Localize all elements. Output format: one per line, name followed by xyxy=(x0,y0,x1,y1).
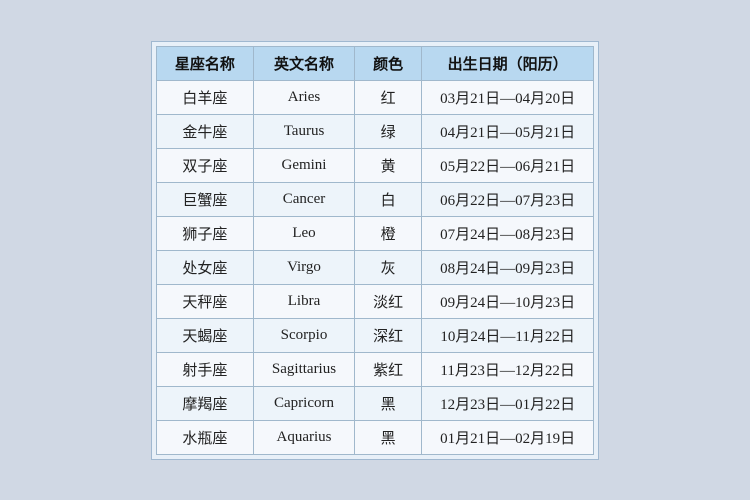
table-row: 白羊座Aries红03月21日—04月20日 xyxy=(156,80,593,114)
table-header-row: 星座名称 英文名称 颜色 出生日期（阳历） xyxy=(156,46,593,80)
cell-color: 橙 xyxy=(355,216,422,250)
cell-english: Taurus xyxy=(253,114,354,148)
col-header-english: 英文名称 xyxy=(253,46,354,80)
cell-english: Leo xyxy=(253,216,354,250)
cell-color: 紫红 xyxy=(355,352,422,386)
cell-chinese: 双子座 xyxy=(156,148,253,182)
cell-english: Capricorn xyxy=(253,386,354,420)
cell-english: Sagittarius xyxy=(253,352,354,386)
col-header-color: 颜色 xyxy=(355,46,422,80)
table-row: 射手座Sagittarius紫红11月23日—12月22日 xyxy=(156,352,593,386)
cell-dates: 07月24日—08月23日 xyxy=(422,216,594,250)
cell-chinese: 天秤座 xyxy=(156,284,253,318)
cell-english: Virgo xyxy=(253,250,354,284)
table-body: 白羊座Aries红03月21日—04月20日金牛座Taurus绿04月21日—0… xyxy=(156,80,593,454)
cell-english: Aries xyxy=(253,80,354,114)
cell-dates: 06月22日—07月23日 xyxy=(422,182,594,216)
cell-color: 灰 xyxy=(355,250,422,284)
cell-color: 绿 xyxy=(355,114,422,148)
zodiac-table-container: 星座名称 英文名称 颜色 出生日期（阳历） 白羊座Aries红03月21日—04… xyxy=(151,41,599,460)
cell-dates: 03月21日—04月20日 xyxy=(422,80,594,114)
cell-chinese: 水瓶座 xyxy=(156,420,253,454)
cell-dates: 12月23日—01月22日 xyxy=(422,386,594,420)
cell-color: 淡红 xyxy=(355,284,422,318)
cell-chinese: 射手座 xyxy=(156,352,253,386)
cell-dates: 09月24日—10月23日 xyxy=(422,284,594,318)
cell-dates: 04月21日—05月21日 xyxy=(422,114,594,148)
cell-color: 黑 xyxy=(355,386,422,420)
col-header-dates: 出生日期（阳历） xyxy=(422,46,594,80)
cell-dates: 05月22日—06月21日 xyxy=(422,148,594,182)
cell-english: Scorpio xyxy=(253,318,354,352)
cell-chinese: 金牛座 xyxy=(156,114,253,148)
table-row: 巨蟹座Cancer白06月22日—07月23日 xyxy=(156,182,593,216)
cell-english: Libra xyxy=(253,284,354,318)
table-row: 摩羯座Capricorn黑12月23日—01月22日 xyxy=(156,386,593,420)
cell-color: 深红 xyxy=(355,318,422,352)
table-row: 水瓶座Aquarius黑01月21日—02月19日 xyxy=(156,420,593,454)
cell-english: Aquarius xyxy=(253,420,354,454)
cell-english: Cancer xyxy=(253,182,354,216)
cell-english: Gemini xyxy=(253,148,354,182)
table-row: 天蝎座Scorpio深红10月24日—11月22日 xyxy=(156,318,593,352)
table-row: 天秤座Libra淡红09月24日—10月23日 xyxy=(156,284,593,318)
cell-chinese: 摩羯座 xyxy=(156,386,253,420)
col-header-chinese: 星座名称 xyxy=(156,46,253,80)
cell-dates: 01月21日—02月19日 xyxy=(422,420,594,454)
cell-color: 黄 xyxy=(355,148,422,182)
cell-dates: 11月23日—12月22日 xyxy=(422,352,594,386)
table-row: 狮子座Leo橙07月24日—08月23日 xyxy=(156,216,593,250)
cell-chinese: 巨蟹座 xyxy=(156,182,253,216)
table-row: 金牛座Taurus绿04月21日—05月21日 xyxy=(156,114,593,148)
cell-chinese: 狮子座 xyxy=(156,216,253,250)
table-row: 处女座Virgo灰08月24日—09月23日 xyxy=(156,250,593,284)
cell-dates: 10月24日—11月22日 xyxy=(422,318,594,352)
zodiac-table: 星座名称 英文名称 颜色 出生日期（阳历） 白羊座Aries红03月21日—04… xyxy=(156,46,594,455)
cell-chinese: 白羊座 xyxy=(156,80,253,114)
cell-chinese: 处女座 xyxy=(156,250,253,284)
cell-chinese: 天蝎座 xyxy=(156,318,253,352)
cell-color: 红 xyxy=(355,80,422,114)
cell-dates: 08月24日—09月23日 xyxy=(422,250,594,284)
cell-color: 黑 xyxy=(355,420,422,454)
table-row: 双子座Gemini黄05月22日—06月21日 xyxy=(156,148,593,182)
cell-color: 白 xyxy=(355,182,422,216)
